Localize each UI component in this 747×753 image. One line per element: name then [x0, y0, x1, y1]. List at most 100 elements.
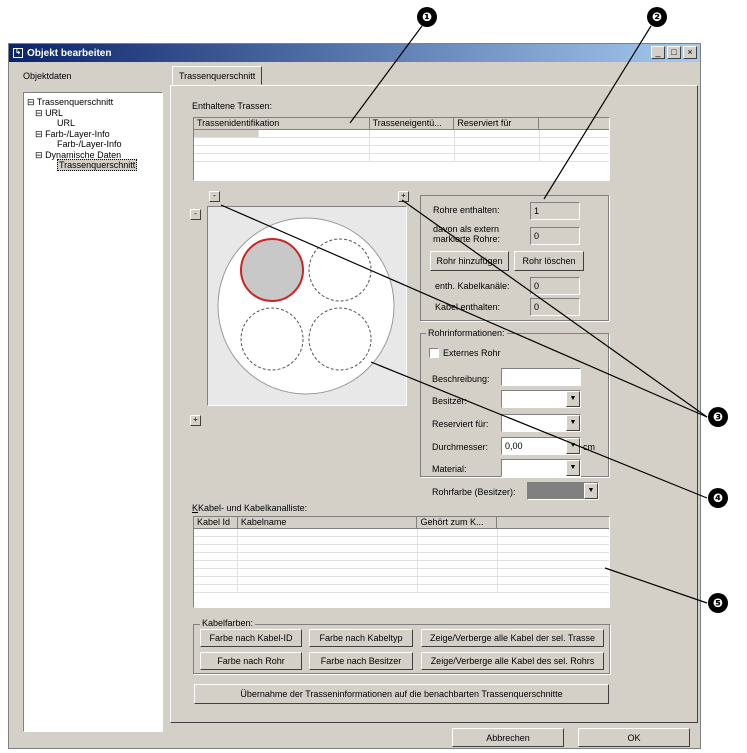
tree-node-layer-info[interactable]: ⊟ Farb-/Layer-Info [27, 129, 159, 140]
cancel-button[interactable]: Abbrechen [452, 728, 564, 747]
material-label: Material: [432, 464, 467, 474]
owner-select[interactable]: ▼ [501, 390, 581, 408]
collapse-icon[interactable]: ⊟ [35, 129, 43, 139]
tree-node-trassenquerschnitt[interactable]: ⊟ Trassenquerschnitt [27, 97, 159, 108]
pipe-selected [240, 238, 304, 302]
diameter-value: 0,00 [505, 441, 523, 451]
cable-channels-label: enth. Kabelkanäle: [435, 281, 510, 291]
add-pipe-button[interactable]: Rohr hinzufügen [430, 251, 509, 271]
zoom-minus-button-left[interactable]: - [190, 209, 201, 220]
reserved-for-label: Reserviert für: [432, 419, 489, 429]
pipes-contained-value: 1 [530, 202, 580, 220]
collapse-icon[interactable]: ⊟ [35, 108, 43, 118]
chevron-down-icon[interactable]: ▼ [566, 460, 580, 476]
zoom-minus-button-top[interactable]: - [209, 191, 220, 202]
column-header[interactable] [497, 517, 609, 528]
toggle-trasse-cables-button[interactable]: Zeige/Verberge alle Kabel der sel. Trass… [421, 629, 604, 647]
reserved-for-select[interactable]: ▼ [501, 414, 581, 432]
object-tree[interactable]: ⊟ Trassenquerschnitt ⊟ URL URL ⊟ Farb-/L… [23, 92, 163, 732]
column-header[interactable]: Kabelname [238, 517, 418, 528]
description-input[interactable] [501, 368, 581, 386]
table-row[interactable] [194, 130, 609, 138]
chevron-down-icon[interactable]: ▼ [566, 438, 580, 454]
table-row[interactable] [194, 561, 609, 569]
chevron-down-icon[interactable]: ▼ [566, 391, 580, 407]
trassen-label: Enthaltene Trassen: [192, 101, 273, 111]
cable-list-label: KKabel- und Kabelkanalliste: [192, 503, 308, 513]
column-header[interactable]: Gehört zum K... [417, 517, 498, 528]
color-by-cable-type-button[interactable]: Farbe nach Kabeltyp [309, 629, 413, 647]
table-row[interactable] [194, 154, 609, 162]
tree-node-label: URL [57, 118, 76, 128]
maximize-button[interactable]: □ [667, 46, 681, 59]
collapse-icon[interactable]: ⊟ [35, 150, 43, 160]
apply-to-neighbors-button[interactable]: Übernahme der Trasseninformationen auf d… [194, 684, 609, 704]
minimize-button[interactable]: _ [651, 46, 665, 59]
color-by-pipe-button[interactable]: Farbe nach Rohr [200, 652, 302, 670]
cross-section-canvas[interactable] [207, 206, 407, 406]
color-by-cable-id-button[interactable]: Farbe nach Kabel-ID [200, 629, 302, 647]
external-pipe-label: Externes Rohr [443, 348, 501, 358]
chevron-down-icon[interactable]: ▼ [584, 483, 598, 499]
pipe-color-select[interactable]: ▼ [527, 482, 599, 500]
chevron-down-icon[interactable]: ▼ [566, 415, 580, 431]
window-title: Objekt bearbeiten [27, 47, 112, 59]
tree-node-label: Farb-/Layer-Info [45, 128, 110, 139]
column-header[interactable] [539, 118, 609, 129]
column-header[interactable]: Reserviert für [454, 118, 540, 129]
table-row[interactable] [194, 529, 609, 537]
table-row[interactable] [194, 577, 609, 585]
cross-section-drawing[interactable] [208, 207, 406, 405]
table-row[interactable] [194, 146, 609, 154]
callout-3: ❸ [708, 407, 728, 427]
table-row[interactable] [194, 545, 609, 553]
tree-node-layer-info-child[interactable]: Farb-/Layer-Info [27, 139, 159, 150]
column-header[interactable]: Trasseneigentü... [370, 118, 455, 129]
color-by-owner-button[interactable]: Farbe nach Besitzer [309, 652, 413, 670]
app-icon: ↳ [13, 48, 23, 58]
description-label: Beschreibung: [432, 374, 490, 384]
table-row[interactable] [194, 569, 609, 577]
zoom-plus-button-top[interactable]: + [398, 191, 409, 202]
diameter-select[interactable]: 0,00 ▼ [501, 437, 581, 455]
pipe [308, 307, 372, 371]
tab-trassenquerschnitt[interactable]: Trassenquerschnitt [172, 66, 263, 85]
cable-channels-value: 0 [530, 277, 580, 295]
cable-colors-title: Kabelfarben: [200, 618, 256, 628]
column-header[interactable]: Trassenidentifikation [194, 118, 370, 129]
external-pipe-checkbox[interactable] [429, 348, 439, 358]
cables-contained-label: Kabel enthalten: [435, 302, 501, 312]
diameter-label: Durchmesser: [432, 442, 489, 452]
external-pipes-label: davon als extern markierte Rohre: [433, 224, 501, 244]
pipe [240, 307, 304, 371]
tree-node-url-child[interactable]: URL [27, 118, 159, 129]
callout-5: ❺ [708, 593, 728, 613]
column-header[interactable]: Kabel Id [194, 517, 238, 528]
title-bar: ↳ Objekt bearbeiten _ □ × [9, 44, 700, 62]
toggle-pipe-cables-button[interactable]: Zeige/Verberge alle Kabel des sel. Rohrs [421, 652, 604, 670]
table-row[interactable] [194, 585, 609, 593]
pipe-color-label: Rohrfarbe (Besitzer): [432, 487, 516, 497]
tree-node-trassenquerschnitt-child[interactable]: Trassenquerschnitt [27, 159, 159, 171]
table-row[interactable] [194, 553, 609, 561]
cable-list-label-text: Kabel- und Kabelkanalliste: [198, 503, 308, 513]
trench-circle [217, 217, 395, 395]
tree-node-label: Trassenquerschnitt [36, 97, 114, 107]
external-pipes-value: 0 [530, 227, 580, 245]
collapse-icon[interactable]: ⊟ [27, 97, 35, 107]
trassen-table[interactable]: Trassenidentifikation Trasseneigentü... … [193, 117, 610, 181]
pipe-info-group-title: Rohrinformationen: [426, 328, 507, 338]
table-row[interactable] [194, 537, 609, 545]
tree-node-label: Farb-/Layer-Info [57, 139, 122, 149]
material-select[interactable]: ▼ [501, 459, 581, 477]
tree-node-label: Dynamische Daten [45, 149, 122, 160]
ok-button[interactable]: OK [578, 728, 690, 747]
cables-contained-value: 0 [530, 298, 580, 316]
cable-table[interactable]: Kabel Id Kabelname Gehört zum K... [193, 516, 610, 608]
delete-pipe-button[interactable]: Rohr löschen [514, 251, 584, 271]
zoom-plus-button-left[interactable]: + [190, 415, 201, 426]
table-row[interactable] [194, 138, 609, 146]
pipes-contained-label: Rohre enthalten: [433, 205, 500, 215]
close-button[interactable]: × [683, 46, 697, 59]
tree-node-url[interactable]: ⊟ URL [27, 108, 159, 119]
